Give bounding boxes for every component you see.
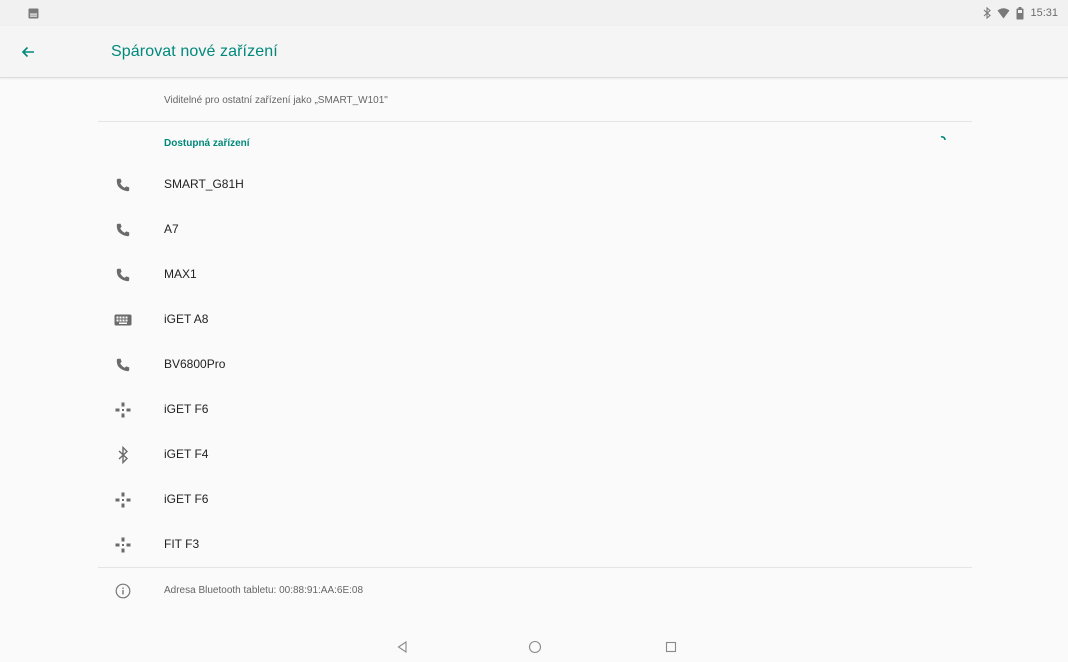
- nav-recents-button[interactable]: [662, 638, 680, 656]
- device-name: A7: [164, 222, 179, 236]
- device-name: iGET F4: [164, 447, 209, 461]
- device-name: MAX1: [164, 267, 197, 281]
- device-list-item[interactable]: iGET F6: [98, 477, 972, 522]
- device-list-item[interactable]: FIT F3: [98, 522, 972, 567]
- phone-icon: [114, 266, 132, 284]
- phone-icon: [114, 356, 132, 374]
- back-button[interactable]: [14, 38, 42, 66]
- status-time: 15:31: [1030, 7, 1058, 19]
- recents-square-icon: [665, 641, 677, 653]
- device-list-item[interactable]: iGET A8: [98, 297, 972, 342]
- page-title: Spárovat nové zařízení: [111, 43, 278, 60]
- phone-icon: [114, 221, 132, 239]
- divider: [98, 567, 972, 568]
- device-name: FIT F3: [164, 537, 200, 551]
- device-name: iGET F6: [164, 402, 209, 416]
- bluetooth-icon: [114, 446, 132, 464]
- device-name: iGET A8: [164, 312, 209, 326]
- gamepad-icon: [114, 491, 132, 509]
- nav-back-button[interactable]: [393, 638, 411, 656]
- device-name: BV6800Pro: [164, 357, 226, 371]
- gamepad-icon: [114, 401, 132, 419]
- nav-home-button[interactable]: [526, 638, 544, 656]
- back-arrow-icon: [21, 46, 34, 58]
- device-list-item[interactable]: SMART_G81H: [98, 162, 972, 207]
- divider: [98, 121, 972, 122]
- keyboard-icon: [114, 311, 132, 329]
- back-triangle-icon: [397, 641, 407, 653]
- available-devices-header: Dostupná zařízení: [164, 138, 250, 149]
- device-name: iGET F6: [164, 492, 209, 506]
- visibility-info-text: Viditelné pro ostatní zařízení jako „SMA…: [164, 95, 388, 106]
- status-bar: 15:31: [0, 0, 1068, 26]
- device-name: SMART_G81H: [164, 177, 244, 191]
- app-bar: Spárovat nové zařízení: [0, 26, 1068, 78]
- device-list-item[interactable]: MAX1: [98, 252, 972, 297]
- gamepad-icon: [114, 536, 132, 554]
- progress-spinner-icon: [940, 136, 946, 141]
- phone-icon: [114, 176, 132, 194]
- device-list-item[interactable]: BV6800Pro: [98, 342, 972, 387]
- wifi-icon: [997, 7, 1010, 18]
- notification-icon: [28, 8, 39, 19]
- device-list-item[interactable]: A7: [98, 207, 972, 252]
- battery-icon: [1016, 6, 1024, 19]
- bluetooth-address-row: Adresa Bluetooth tabletu: 00:88:91:AA:6E…: [98, 572, 972, 608]
- navigation-bar: [0, 630, 1068, 662]
- bluetooth-address-text: Adresa Bluetooth tabletu: 00:88:91:AA:6E…: [164, 585, 364, 596]
- home-circle-icon: [528, 640, 542, 654]
- device-list-item[interactable]: iGET F4: [98, 432, 972, 477]
- bluetooth-status-icon: [984, 7, 992, 19]
- info-icon: [113, 581, 133, 601]
- device-list-item[interactable]: iGET F6: [98, 387, 972, 432]
